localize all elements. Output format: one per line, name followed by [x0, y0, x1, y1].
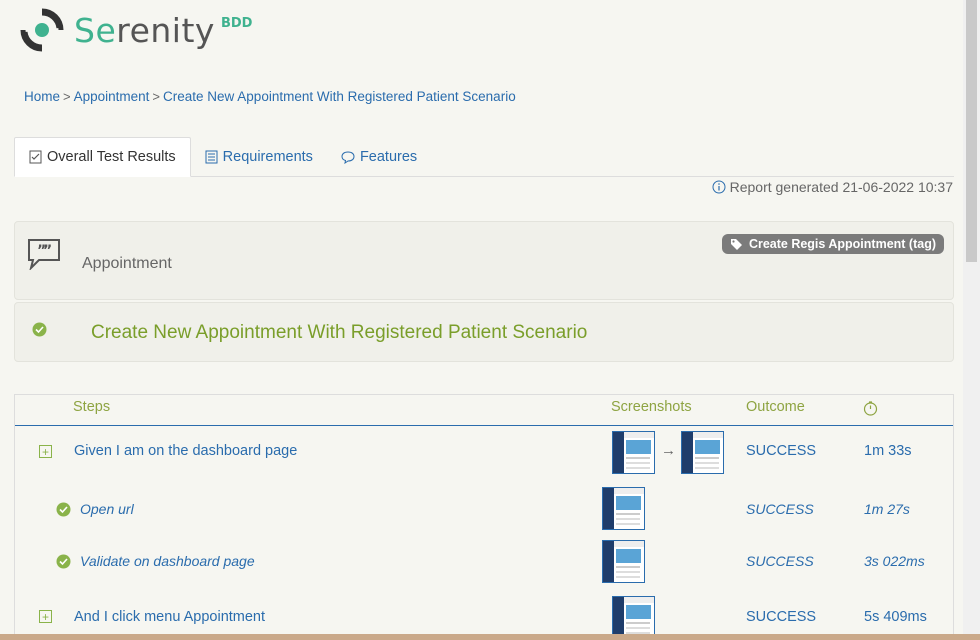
tag-icon: [730, 238, 743, 250]
screenshot-thumbnail[interactable]: [602, 540, 645, 583]
table-row: + Given I am on the dashboard page → SUC…: [15, 431, 953, 477]
success-check-icon: [56, 554, 71, 573]
tab-label: Features: [359, 149, 418, 165]
outcome-label: SUCCESS: [746, 609, 817, 625]
expand-icon[interactable]: +: [39, 445, 52, 458]
tab-overall-test-results[interactable]: Overall Test Results: [14, 137, 191, 177]
serenity-logo-icon: [19, 7, 65, 53]
duration-label: 3s 022ms: [864, 553, 925, 569]
list-icon: [205, 150, 218, 164]
info-icon: [712, 180, 726, 194]
tab-features[interactable]: Features: [327, 137, 431, 177]
checklist-icon: [29, 150, 42, 164]
step-label: Given I am on the dashboard page: [74, 443, 298, 459]
quote-icon: ””: [27, 238, 61, 275]
breadcrumb-home[interactable]: Home: [24, 89, 60, 104]
screenshot-thumbnail[interactable]: [612, 596, 655, 639]
duration-label: 1m 33s: [864, 443, 912, 459]
stopwatch-icon: [863, 401, 878, 420]
table-header: Steps Screenshots Outcome: [15, 395, 953, 426]
substep-label: Open url: [80, 501, 134, 517]
breadcrumb-separator: >: [63, 89, 71, 104]
header-screenshots: Screenshots: [611, 399, 692, 415]
duration-label: 5s 409ms: [864, 609, 927, 625]
outcome-label: SUCCESS: [746, 553, 814, 569]
success-check-icon: [56, 502, 71, 521]
tag-badge[interactable]: Create Regis Appointment (tag): [721, 234, 944, 254]
breadcrumb-current[interactable]: Create New Appointment With Registered P…: [163, 89, 516, 104]
feature-card: ”” Appointment Create Regis Appointment …: [14, 221, 954, 300]
screenshot-thumbnail[interactable]: [681, 431, 724, 474]
comment-icon: [341, 150, 355, 164]
serenity-logo[interactable]: Serenity BDD: [18, 6, 252, 54]
tab-label: Overall Test Results: [47, 149, 176, 165]
tab-requirements[interactable]: Requirements: [191, 137, 327, 177]
tab-label: Requirements: [222, 149, 313, 165]
duration-label: 1m 27s: [864, 501, 910, 517]
report-generated-text: Report generated 21-06-2022 10:37: [729, 179, 953, 195]
table-row: Open url SUCCESS 1m 27s: [15, 487, 953, 531]
scenario-title: Create New Appointment With Registered P…: [91, 322, 588, 343]
breadcrumb-appointment[interactable]: Appointment: [74, 89, 150, 104]
report-generated: Report generated 21-06-2022 10:37: [712, 179, 953, 195]
tab-bar: Overall Test Results Requirements Featur…: [14, 137, 954, 177]
logo-suffix: BDD: [220, 15, 253, 31]
expand-icon[interactable]: +: [39, 610, 52, 623]
outcome-label: SUCCESS: [746, 443, 817, 459]
success-check-icon: [32, 322, 47, 342]
header-outcome: Outcome: [746, 399, 805, 415]
arrow-right-icon: →: [661, 442, 676, 459]
outcome-label: SUCCESS: [746, 501, 814, 517]
breadcrumb: Home > Appointment > Create New Appointm…: [24, 89, 516, 104]
tag-label: Create Regis Appointment (tag): [748, 237, 936, 251]
screenshot-thumbnail[interactable]: [612, 431, 655, 474]
substep-label: Validate on dashboard page: [80, 553, 255, 569]
breadcrumb-separator: >: [152, 89, 161, 104]
bottom-edge-bar: [0, 634, 980, 640]
screenshot-thumbnail[interactable]: [602, 487, 645, 530]
table-row: Validate on dashboard page SUCCESS 3s 02…: [15, 540, 953, 584]
logo-text: Serenity: [74, 10, 215, 50]
header-steps: Steps: [73, 399, 111, 415]
steps-table: Steps Screenshots Outcome + Given I am o…: [14, 394, 954, 640]
scenario-card: Create New Appointment With Registered P…: [14, 302, 954, 362]
feature-title: Appointment: [82, 255, 172, 272]
step-label: And I click menu Appointment: [74, 609, 266, 625]
vertical-scrollbar[interactable]: [963, 0, 980, 634]
scrollbar-thumb[interactable]: [966, 0, 977, 262]
svg-text:”: ”: [43, 243, 52, 259]
